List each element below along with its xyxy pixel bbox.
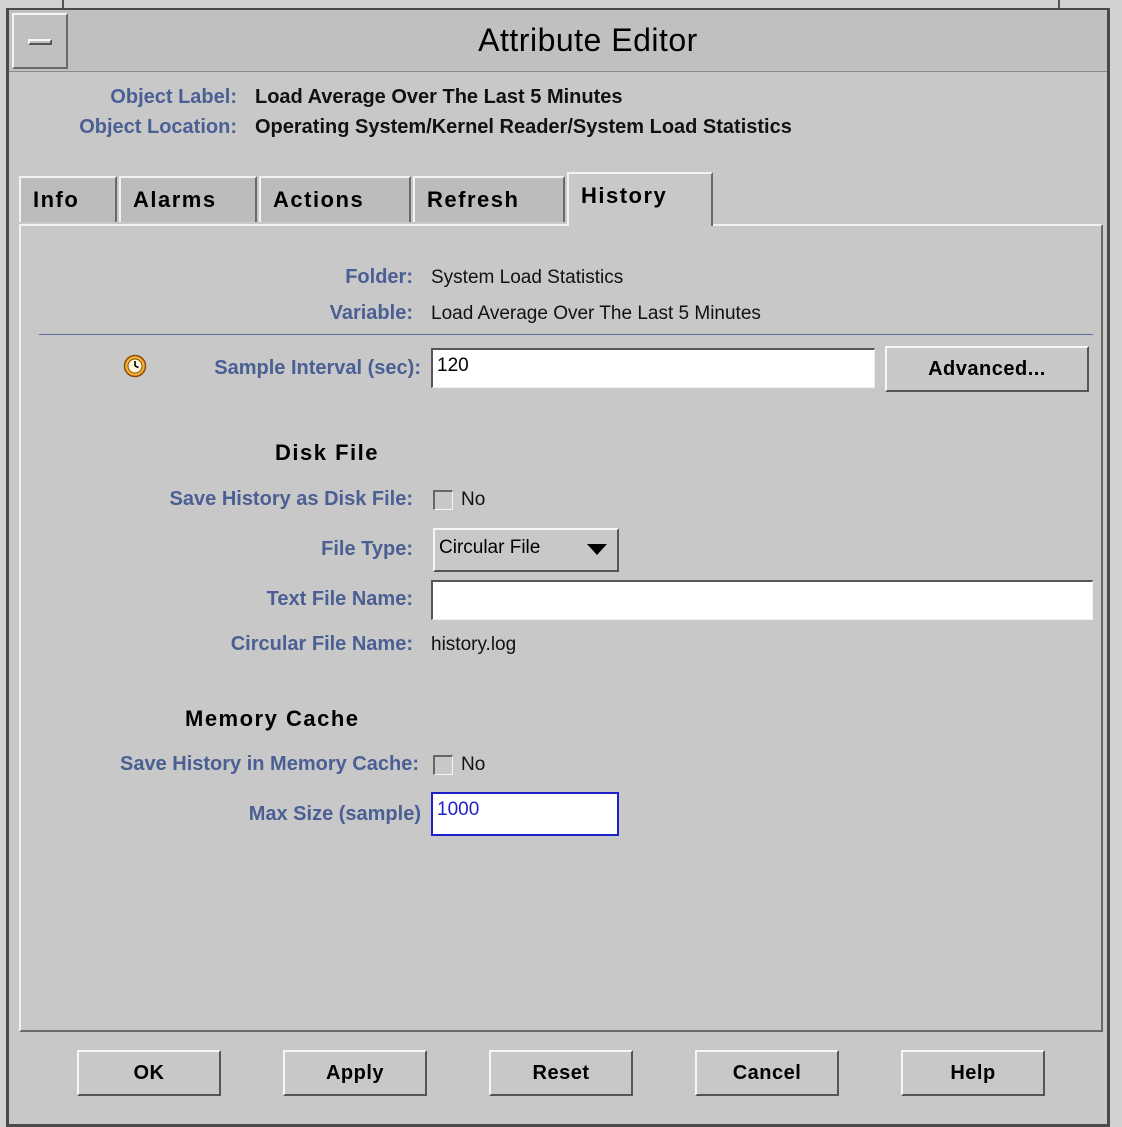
tab-info[interactable]: Info xyxy=(19,176,117,222)
window-menu-button[interactable] xyxy=(12,13,68,69)
save-disk-label: Save History as Disk File: xyxy=(169,488,413,510)
button-bar: OK Apply Reset Cancel Help xyxy=(9,1032,1107,1124)
circular-file-label: Circular File Name: xyxy=(230,633,413,655)
cancel-button[interactable]: Cancel xyxy=(695,1050,839,1096)
apply-button[interactable]: Apply xyxy=(283,1050,427,1096)
folder-label: Folder: xyxy=(345,266,413,288)
file-type-select[interactable]: Circular File xyxy=(433,528,619,572)
max-size-input[interactable]: 1000 xyxy=(431,792,619,836)
window-menu-icon xyxy=(28,39,52,45)
separator xyxy=(39,334,1093,335)
save-memory-checkbox[interactable] xyxy=(433,755,453,775)
tab-refresh[interactable]: Refresh xyxy=(413,176,565,222)
save-disk-checkbox[interactable] xyxy=(433,490,453,510)
history-panel: Folder: System Load Statistics Variable:… xyxy=(19,224,1103,1032)
circular-file-value: history.log xyxy=(431,634,517,655)
frame-corner-mark xyxy=(62,0,64,8)
max-size-label: Max Size (sample) xyxy=(248,803,421,825)
tab-history[interactable]: History xyxy=(567,172,713,226)
file-type-label: File Type: xyxy=(321,538,413,560)
folder-value: System Load Statistics xyxy=(431,267,624,288)
window-title: Attribute Editor xyxy=(478,22,698,58)
object-info: Object Label: Load Average Over The Last… xyxy=(9,86,1107,162)
chevron-down-icon xyxy=(587,544,607,555)
sample-interval-input[interactable]: 120 xyxy=(431,348,875,388)
save-memory-label: Save History in Memory Cache: xyxy=(120,753,419,775)
text-file-label: Text File Name: xyxy=(266,588,413,610)
memory-cache-heading: Memory Cache xyxy=(185,706,360,731)
object-label-key: Object Label: xyxy=(110,86,237,108)
ok-button[interactable]: OK xyxy=(77,1050,221,1096)
object-location-value: Operating System/Kernel Reader/System Lo… xyxy=(255,116,792,138)
text-file-input[interactable] xyxy=(431,580,1093,620)
object-label-value: Load Average Over The Last 5 Minutes xyxy=(255,86,623,108)
variable-value: Load Average Over The Last 5 Minutes xyxy=(431,303,761,324)
tab-actions[interactable]: Actions xyxy=(259,176,411,222)
file-type-value: Circular File xyxy=(439,537,541,558)
object-location-key: Object Location: xyxy=(79,116,237,138)
title-bar[interactable]: Attribute Editor xyxy=(9,10,1107,72)
reset-button[interactable]: Reset xyxy=(489,1050,633,1096)
sample-interval-label: Sample Interval (sec): xyxy=(214,357,421,379)
frame-corner-mark xyxy=(1058,0,1060,8)
save-memory-value: No xyxy=(461,754,486,775)
tab-alarms[interactable]: Alarms xyxy=(119,176,257,222)
advanced-button[interactable]: Advanced... xyxy=(885,346,1089,392)
save-disk-value: No xyxy=(461,489,486,510)
help-button[interactable]: Help xyxy=(901,1050,1045,1096)
attribute-editor-window: Attribute Editor Object Label: Load Aver… xyxy=(6,8,1110,1127)
variable-label: Variable: xyxy=(329,302,413,324)
disk-file-heading: Disk File xyxy=(275,440,379,465)
